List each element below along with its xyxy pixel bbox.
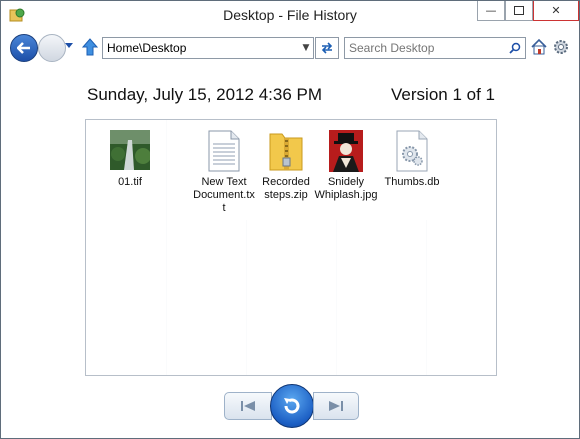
address-text[interactable]: Home\Desktop xyxy=(103,41,299,55)
file-item[interactable]: Snidely Whiplash.jpg xyxy=(314,130,378,202)
close-button[interactable]: ✕ xyxy=(533,1,579,21)
file-item[interactable]: New Text Document.txt xyxy=(192,130,256,215)
skip-next-icon xyxy=(329,401,343,411)
file-name: Snidely Whiplash.jpg xyxy=(314,176,378,201)
minimize-button[interactable]: — xyxy=(477,1,505,21)
file-item[interactable]: Thumbs.db xyxy=(380,130,444,189)
file-name: Recorded steps.zip xyxy=(262,176,310,201)
maximize-button[interactable] xyxy=(505,1,533,21)
chevron-down-icon[interactable]: ▼ xyxy=(299,43,313,53)
previous-version-button[interactable] xyxy=(224,392,272,420)
search-input[interactable] xyxy=(345,40,505,56)
restore-button[interactable] xyxy=(270,384,314,428)
next-version-button[interactable] xyxy=(313,392,359,420)
maximize-icon xyxy=(514,6,524,15)
back-button[interactable] xyxy=(10,34,38,62)
search-box[interactable] xyxy=(344,37,526,59)
file-name: 01.tif xyxy=(118,176,142,188)
pane-divider xyxy=(166,120,167,375)
file-item[interactable]: Recorded steps.zip xyxy=(254,130,318,202)
refresh-icon xyxy=(321,42,333,54)
minimize-icon: — xyxy=(485,4,497,17)
recent-pages-dropdown-icon[interactable] xyxy=(65,43,73,48)
zip-folder-icon xyxy=(266,130,306,172)
file-history-window: Desktop - File History — ✕ Home\Desktop … xyxy=(0,0,580,439)
pane-divider xyxy=(426,220,427,375)
file-name: New Text Document.txt xyxy=(193,176,255,214)
image-file-icon xyxy=(326,130,366,172)
snapshot-date: Sunday, July 15, 2012 4:36 PM xyxy=(87,85,323,104)
image-file-icon xyxy=(110,130,151,172)
pane-divider xyxy=(336,220,337,375)
up-arrow-icon[interactable] xyxy=(81,37,99,57)
title-bar: Desktop - File History — ✕ xyxy=(1,1,579,29)
file-name: Thumbs.db xyxy=(384,176,440,188)
refresh-button[interactable] xyxy=(315,37,339,59)
address-bar[interactable]: Home\Desktop ▼ xyxy=(102,37,314,59)
file-item[interactable]: 01.tif xyxy=(98,130,162,189)
navigation-bar: Home\Desktop ▼ xyxy=(1,31,579,63)
file-list-pane: 01.tif New Text Document.txt Recorded st… xyxy=(85,119,497,376)
text-file-icon xyxy=(204,130,244,172)
skip-previous-icon xyxy=(241,401,255,411)
close-icon: ✕ xyxy=(551,4,561,17)
pane-divider xyxy=(246,220,247,375)
system-file-icon xyxy=(392,130,432,172)
back-arrow-icon xyxy=(17,42,30,54)
forward-button[interactable] xyxy=(38,34,66,62)
window-controls: — ✕ xyxy=(477,1,579,21)
gear-icon[interactable] xyxy=(552,38,570,56)
restore-icon xyxy=(284,398,300,414)
version-indicator: Version 1 of 1 xyxy=(391,85,495,104)
home-icon[interactable] xyxy=(530,38,548,56)
search-icon[interactable] xyxy=(505,42,525,54)
playback-controls xyxy=(224,384,359,428)
